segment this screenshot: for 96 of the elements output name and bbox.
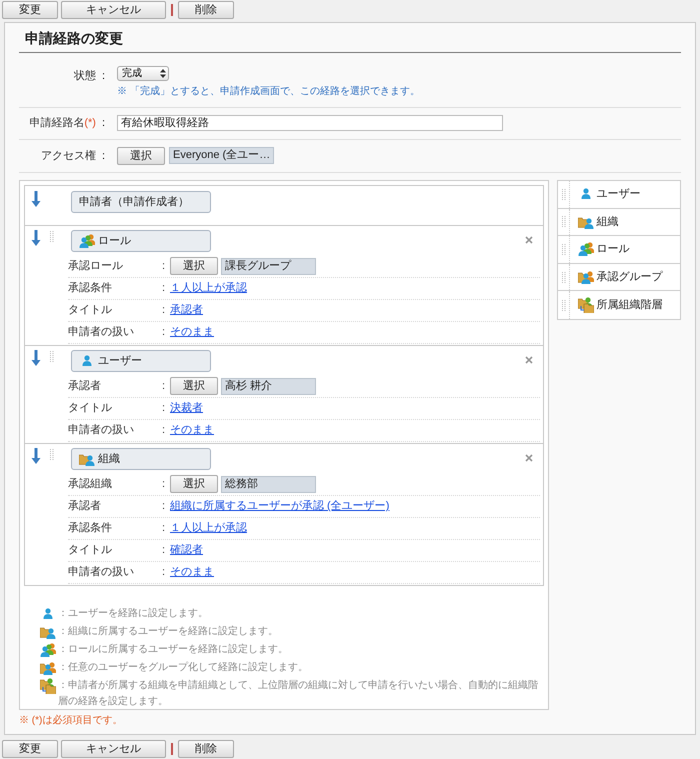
value-field: Everyone (全ユー…	[169, 147, 274, 164]
field-label: 申請者の扱い	[68, 565, 135, 580]
colon: :	[162, 259, 166, 274]
palette-item[interactable]: 組織	[558, 208, 680, 236]
field-label: タイトル	[68, 303, 113, 318]
palette-label: 所属組織階層	[596, 298, 662, 313]
arrow-down-icon	[31, 190, 41, 207]
colon: :	[102, 68, 105, 84]
field-label: 申請者の扱い	[68, 423, 135, 438]
select-arrows-icon	[160, 68, 166, 78]
setting-link[interactable]: 承認者	[170, 302, 203, 319]
select-button[interactable]: 選択	[170, 475, 218, 494]
field-label: 承認ロール	[68, 259, 124, 274]
select-button[interactable]: 選択	[170, 257, 218, 276]
palette-item[interactable]: ユーザー	[558, 180, 680, 209]
legend-text: ：申請者が所属する組織を申請組織として、上位階層の組織に対して申請を行いたい場合、自動的に組織階層の経路を設定します。	[58, 678, 538, 709]
toolbar-button[interactable]: キャンセル	[61, 740, 166, 758]
colon: :	[162, 565, 166, 580]
colon: :	[162, 281, 166, 296]
field-label: タイトル	[68, 401, 113, 416]
toolbar-button[interactable]: キャンセル	[61, 1, 166, 20]
value-field: 総務部	[221, 476, 316, 493]
toolbar-button[interactable]: 変更	[2, 740, 58, 758]
step-header[interactable]: 申請者（申請作成者）	[71, 190, 211, 213]
required-note: ※ (*)は必須項目です。	[19, 714, 124, 728]
palette-label: 承認グループ	[596, 270, 662, 285]
colon: :	[162, 477, 166, 492]
folder-users-icon	[578, 269, 594, 286]
users-icon	[578, 241, 594, 258]
page-title: 申請経路の変更	[19, 28, 681, 53]
step-title: 組織	[98, 452, 120, 467]
palette-label: 組織	[596, 214, 618, 230]
value-field: 課長グループ	[221, 258, 316, 275]
setting-link[interactable]: 組織に所属するユーザーが承認 (全ユーザー)	[170, 498, 390, 515]
close-icon[interactable]	[525, 236, 534, 244]
folder-users-icon	[40, 660, 56, 676]
colon: :	[102, 116, 105, 132]
step-title: 申請者（申請作成者）	[79, 194, 189, 210]
step-header[interactable]: 組織	[71, 448, 211, 470]
setting-link[interactable]: １人以上が承認	[170, 280, 247, 297]
legend-text: ：ロールに所属するユーザーを経路に設定します。	[58, 642, 289, 657]
step-header[interactable]: ロール	[71, 230, 211, 252]
field-label: 承認条件	[68, 521, 113, 536]
folder-hierarchy-icon	[40, 678, 56, 694]
select-button[interactable]: 選択	[170, 377, 218, 396]
setting-link[interactable]: １人以上が承認	[170, 520, 247, 537]
folder-hierarchy-icon	[578, 297, 594, 314]
field-label: 承認者	[68, 379, 102, 394]
setting-link[interactable]: そのまま	[170, 324, 214, 341]
palette-item[interactable]: ロール	[558, 236, 680, 264]
palette-label: ロール	[596, 242, 630, 258]
step-header[interactable]: ユーザー	[71, 350, 211, 372]
arrow-down-icon	[31, 230, 41, 246]
step-title: ロール	[98, 234, 131, 249]
status-note: ※ 「完成」とすると、申請作成画面で、この経路を選択できます。	[117, 84, 420, 99]
setting-link[interactable]: 確認者	[170, 542, 203, 559]
legend-text: ：任意のユーザーをグループ化して経路に設定します。	[58, 660, 309, 675]
step-title: ユーザー	[98, 354, 142, 369]
colon: :	[162, 521, 166, 536]
field-label: 状態	[74, 68, 96, 84]
field-label: 承認者	[68, 499, 102, 514]
colon: :	[162, 423, 166, 438]
arrow-down-icon	[31, 448, 41, 464]
setting-link[interactable]: 決裁者	[170, 400, 203, 417]
toolbar-button[interactable]: 変更	[2, 1, 58, 20]
field-label: 承認組織	[68, 477, 113, 492]
legend-text: ：組織に所属するユーザーを経路に設定します。	[58, 624, 279, 639]
close-icon[interactable]	[525, 356, 534, 364]
palette-item[interactable]: 承認グループ	[558, 264, 680, 292]
toolbar-button[interactable]: 削除	[178, 740, 234, 758]
close-icon[interactable]	[525, 454, 534, 462]
colon: :	[102, 148, 105, 164]
setting-link[interactable]: そのまま	[170, 422, 214, 439]
colon: :	[162, 499, 166, 514]
toolbar-button[interactable]: 削除	[178, 1, 234, 20]
field-label: タイトル	[68, 543, 113, 558]
users-icon	[79, 232, 95, 249]
palette-label: ユーザー	[596, 187, 640, 202]
users-icon	[40, 642, 56, 658]
field-label: 申請経路名(*)	[29, 116, 96, 132]
field-label: 承認条件	[68, 281, 113, 296]
arrow-down-icon	[31, 350, 41, 366]
value-field: 高杉 耕介	[221, 378, 316, 395]
palette-item[interactable]: 所属組織階層	[558, 291, 680, 319]
colon: :	[162, 401, 166, 416]
colon: :	[162, 303, 166, 318]
colon: :	[162, 325, 166, 340]
field-label: アクセス権	[40, 148, 96, 164]
route-name-field[interactable]: 有給休暇取得経路	[117, 115, 503, 132]
colon: :	[162, 379, 166, 394]
legend-text: ：ユーザーを経路に設定します。	[58, 606, 209, 621]
colon: :	[162, 543, 166, 558]
select-button[interactable]: 選択	[117, 146, 165, 165]
setting-link[interactable]: そのまま	[170, 564, 214, 581]
status-select[interactable]: 完成	[117, 66, 169, 81]
field-label: 申請者の扱い	[68, 325, 135, 340]
